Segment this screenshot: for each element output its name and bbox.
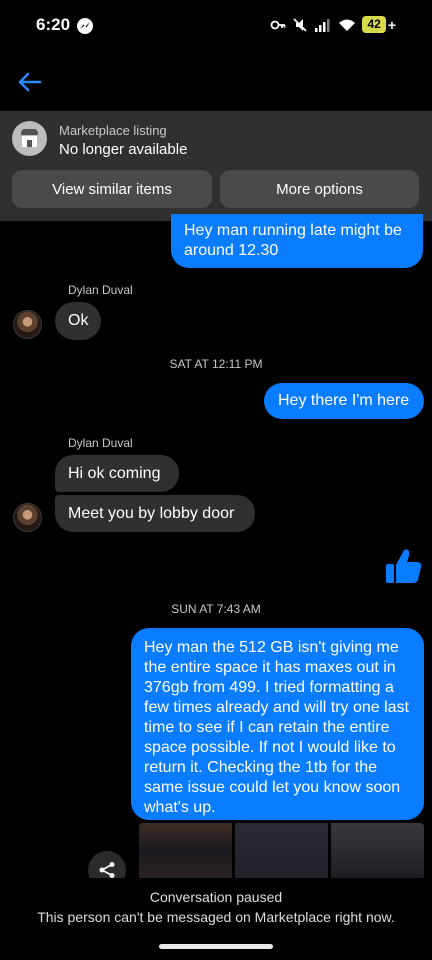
banner-subtitle: Marketplace listing — [59, 123, 167, 138]
conversation-paused-footer: Conversation paused This person can't be… — [0, 878, 432, 960]
attachment-image[interactable] — [235, 823, 328, 878]
banner-title: No longer available — [59, 141, 188, 158]
more-options-button[interactable]: More options — [220, 170, 419, 208]
marketplace-listing-banner: Marketplace listing No longer available … — [0, 111, 432, 221]
charging-indicator: + — [387, 16, 396, 33]
incoming-message[interactable]: Ok — [55, 302, 101, 340]
sender-name: Dylan Duval — [68, 283, 133, 297]
wifi-icon — [339, 19, 356, 31]
paused-title: Conversation paused — [149, 889, 283, 905]
status-icons: 42 + — [270, 16, 396, 33]
store-icon — [12, 121, 47, 156]
attachment-image[interactable] — [331, 823, 424, 878]
avatar[interactable] — [13, 310, 42, 339]
share-icon — [99, 862, 115, 878]
incoming-message[interactable]: Meet you by lobby door — [55, 495, 255, 532]
avatar[interactable] — [13, 503, 42, 532]
sender-name: Dylan Duval — [68, 436, 133, 450]
messenger-notification-icon — [77, 18, 93, 34]
view-similar-items-button[interactable]: View similar items — [12, 170, 212, 208]
battery-indicator: 42 — [362, 16, 386, 33]
incoming-message[interactable]: Hi ok coming — [55, 455, 179, 492]
back-arrow-icon — [18, 72, 42, 92]
like-icon[interactable] — [384, 546, 424, 586]
outgoing-message[interactable]: Hey there I'm here — [264, 383, 424, 419]
attachment-image[interactable] — [139, 823, 232, 878]
status-time: 6:20 — [36, 15, 71, 34]
image-attachment[interactable] — [139, 823, 424, 878]
outgoing-message[interactable]: Hey man the 512 GB isn't giving me the e… — [131, 628, 424, 820]
home-indicator[interactable] — [159, 944, 273, 949]
timestamp: SAT AT 12:11 PM — [169, 357, 263, 371]
status-bar: 6:20 42 + — [0, 0, 432, 52]
link-icon — [271, 20, 286, 29]
signal-icon — [315, 18, 330, 32]
timestamp: SUN AT 7:43 AM — [171, 602, 261, 616]
paused-subtitle: This person can't be messaged on Marketp… — [37, 909, 395, 925]
mute-icon — [293, 17, 308, 32]
back-button[interactable] — [16, 70, 44, 94]
outgoing-message[interactable]: Hey man running late might be around 12.… — [171, 214, 423, 268]
